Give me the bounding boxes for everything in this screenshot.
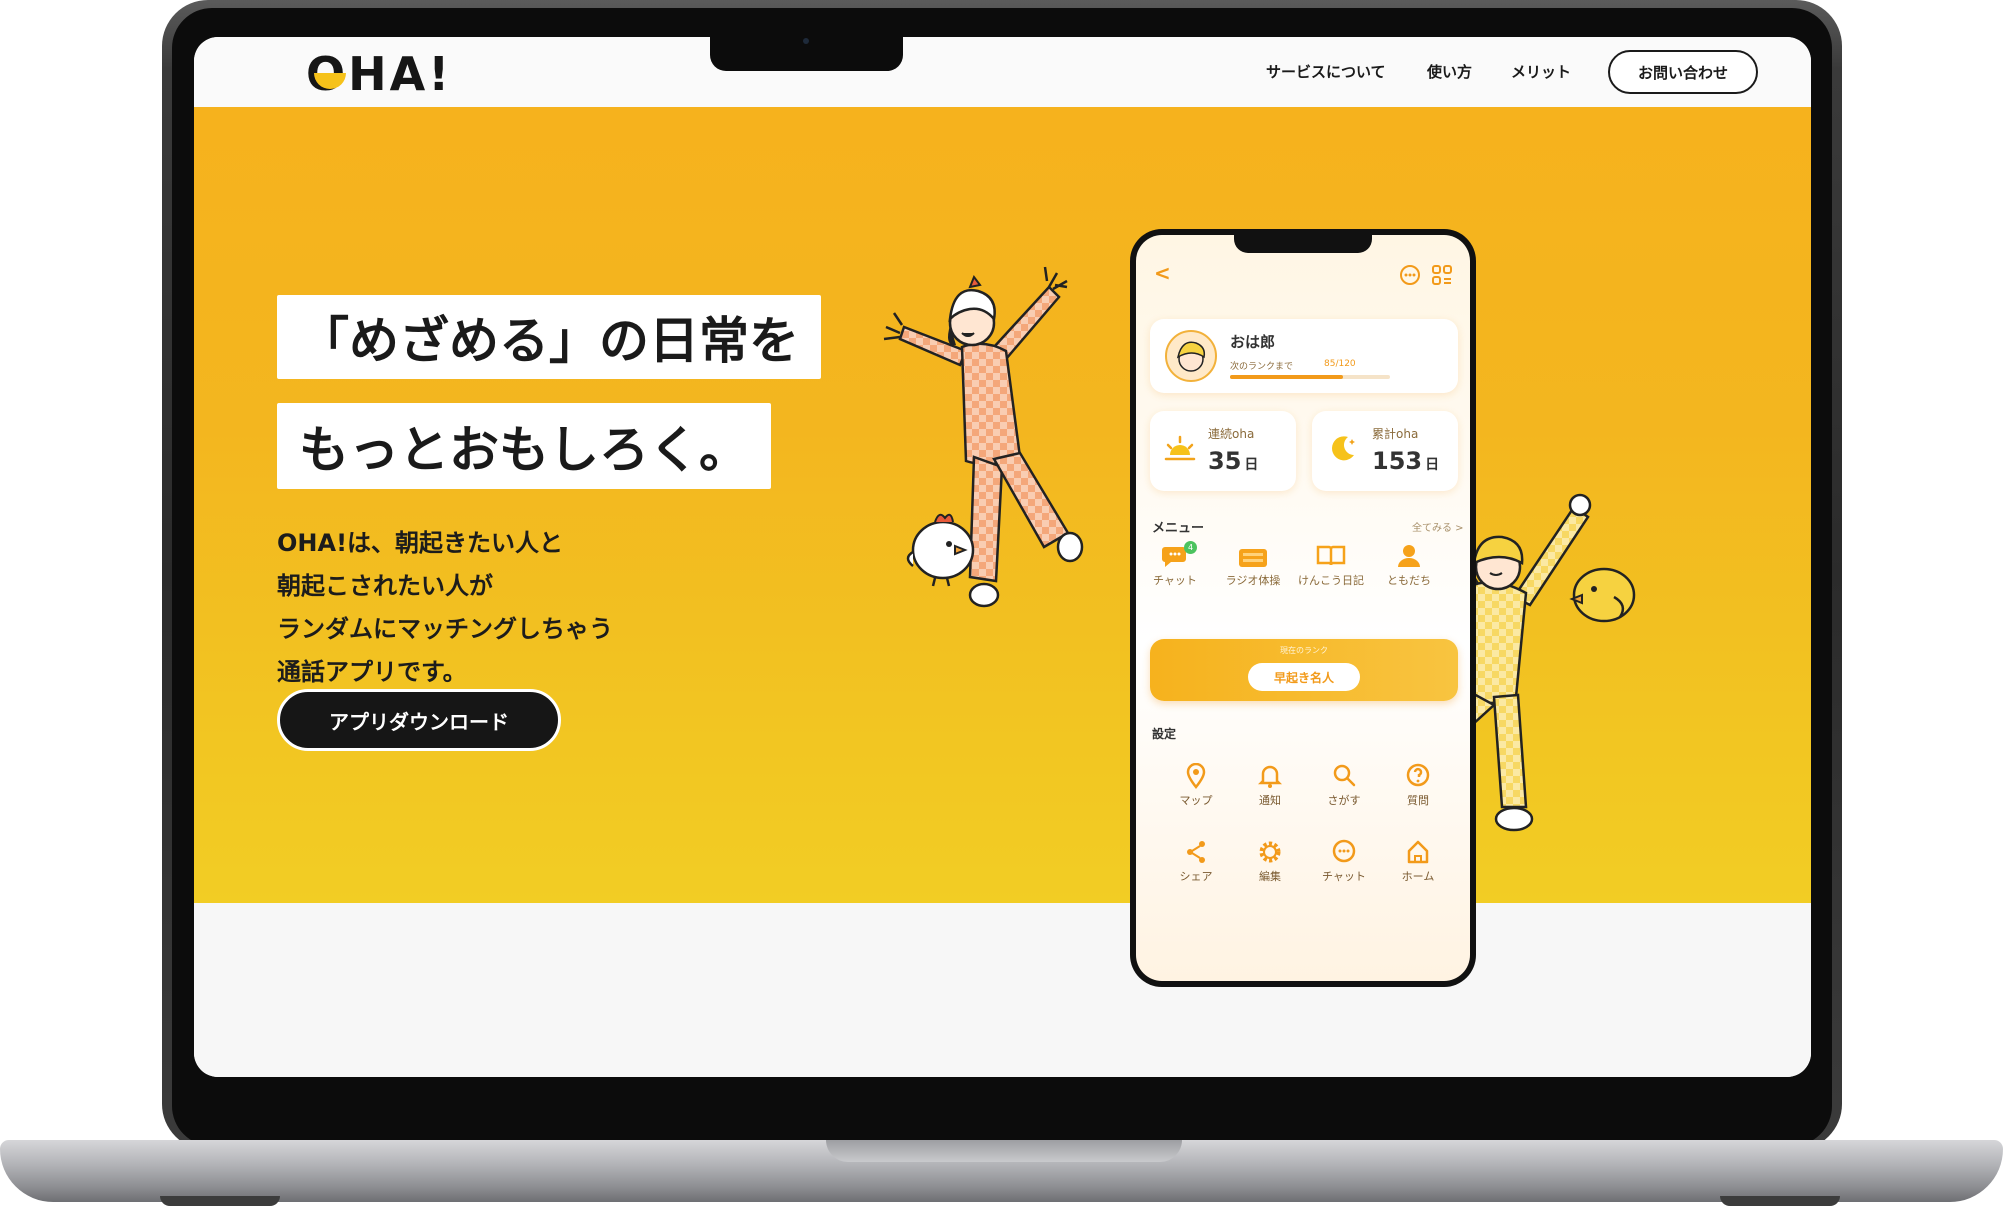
rank-progress-fill	[1230, 375, 1344, 379]
headline-line-2: もっとおもしろく。	[277, 403, 771, 489]
menu-item-radio-exercise[interactable]: ラジオ体操	[1218, 543, 1288, 588]
menu-item-chat[interactable]: 4 チャット	[1140, 541, 1210, 588]
nav-link-service[interactable]: サービスについて	[1266, 61, 1386, 82]
share-icon	[1187, 841, 1205, 863]
laptop-screen: OHA! サービスについて 使い方 メリット お問い合わせ 「めざめる」の日常を…	[194, 37, 1811, 1077]
gear-icon	[1259, 841, 1281, 863]
hero-section: 「めざめる」の日常を もっとおもしろく。 OHA!は、朝起きたい人と 朝起こされ…	[194, 107, 1811, 903]
book-icon	[1316, 545, 1346, 566]
home-icon	[1407, 840, 1429, 864]
search-icon	[1333, 764, 1356, 787]
sunrise-icon	[1164, 435, 1196, 461]
phone-mockup: < おは郎 次のランクまで 85/120 連続oha 35 日 累計oha 15…	[1130, 229, 1476, 987]
profile-card[interactable]: おは郎 次のランクまで 85/120	[1150, 319, 1458, 393]
moon-icon	[1332, 436, 1355, 461]
chat-bubble-icon	[1332, 839, 1356, 863]
chat-badge: 4	[1184, 541, 1197, 554]
phone-notch	[1234, 235, 1372, 253]
headline-line-1: 「めざめる」の日常を	[277, 295, 821, 379]
menu-item-label: チャット	[1153, 574, 1197, 587]
current-rank-label: 現在のランク	[1280, 646, 1328, 655]
settings-item-label: 通知	[1259, 794, 1281, 807]
menu-item-label: けんこう日記	[1298, 574, 1364, 587]
hero-description: OHA!は、朝起きたい人と 朝起こされたい人が ランダムにマッチングしちゃう 通…	[277, 522, 797, 694]
settings-item-home[interactable]: ホーム	[1388, 839, 1448, 884]
settings-item-share[interactable]: シェア	[1166, 839, 1226, 884]
streak-label: 連続oha	[1208, 427, 1255, 441]
settings-item-label: 編集	[1259, 870, 1281, 883]
streak-value: 35	[1208, 447, 1242, 475]
nav-link-merit[interactable]: メリット	[1511, 61, 1571, 82]
person-icon	[1398, 545, 1420, 567]
settings-item-map[interactable]: マップ	[1166, 762, 1226, 808]
settings-title: 設定	[1152, 727, 1177, 741]
rank-progress-bar	[1230, 375, 1390, 379]
phone-screen: < おは郎 次のランクまで 85/120 連続oha 35 日 累計oha 15…	[1136, 235, 1470, 981]
nav-link-usage[interactable]: 使い方	[1427, 61, 1472, 82]
yellow-chick-illustration	[1569, 567, 1636, 623]
description-line: 通話アプリです。	[277, 658, 467, 686]
laptop-foot	[160, 1196, 280, 1206]
description-line: OHA!は、朝起きたい人と	[277, 529, 564, 557]
day-unit: 日	[1425, 457, 1440, 473]
chat-bubble-icon[interactable]	[1398, 263, 1422, 287]
avatar	[1165, 330, 1217, 382]
settings-item-notification[interactable]: 通知	[1240, 763, 1300, 808]
description-line: ランダムにマッチングしちゃう	[277, 615, 613, 643]
girl-illustration	[883, 266, 1084, 608]
settings-item-chat[interactable]: チャット	[1314, 839, 1374, 884]
settings-item-label: さがす	[1327, 794, 1361, 807]
settings-item-label: ホーム	[1401, 870, 1435, 883]
settings-item-label: マップ	[1179, 794, 1213, 807]
profile-name: おは郎	[1230, 333, 1276, 351]
content-area	[194, 903, 1811, 1077]
grid-menu-icon[interactable]	[1430, 263, 1454, 287]
settings-item-search[interactable]: さがす	[1314, 763, 1374, 808]
menu-item-label: ラジオ体操	[1225, 574, 1281, 587]
day-unit: 日	[1244, 457, 1259, 473]
rank-progress-text: 85/120	[1324, 359, 1356, 369]
settings-item-label: チャット	[1322, 870, 1366, 883]
laptop-hinge-notch	[826, 1140, 1182, 1162]
total-card: 累計oha 153 日	[1312, 411, 1458, 491]
settings-item-label: シェア	[1179, 870, 1213, 883]
camera-icon	[803, 38, 809, 44]
settings-item-edit[interactable]: 編集	[1240, 839, 1300, 884]
menu-item-health-diary[interactable]: けんこう日記	[1296, 543, 1366, 588]
menu-item-label: ともだち	[1387, 574, 1431, 587]
back-icon[interactable]: <	[1154, 261, 1171, 285]
map-pin-icon	[1186, 762, 1206, 790]
current-rank-badge[interactable]: 早起き名人	[1248, 663, 1360, 691]
site-header: OHA! サービスについて 使い方 メリット お問い合わせ	[194, 37, 1811, 107]
app-download-button[interactable]: アプリダウンロード	[277, 689, 561, 751]
radio-icon	[1239, 549, 1267, 567]
see-all-link[interactable]: 全てみる >	[1412, 519, 1464, 534]
streak-card: 連続oha 35 日	[1150, 411, 1296, 491]
menu-title: メニュー	[1152, 521, 1205, 536]
settings-item-label: 質問	[1407, 794, 1429, 807]
next-rank-label: 次のランクまで	[1230, 362, 1294, 372]
question-icon	[1406, 763, 1430, 787]
settings-item-question[interactable]: 質問	[1388, 763, 1448, 808]
laptop-foot	[1720, 1196, 1840, 1206]
current-rank-banner: 現在のランク 早起き名人	[1150, 639, 1458, 701]
total-label: 累計oha	[1372, 427, 1419, 441]
description-line: 朝起こされたい人が	[277, 572, 493, 600]
contact-button[interactable]: お問い合わせ	[1608, 50, 1758, 94]
menu-item-friends[interactable]: ともだち	[1374, 543, 1444, 588]
total-value: 153	[1372, 447, 1423, 475]
chick-illustration	[906, 513, 975, 587]
bell-icon	[1257, 765, 1283, 788]
